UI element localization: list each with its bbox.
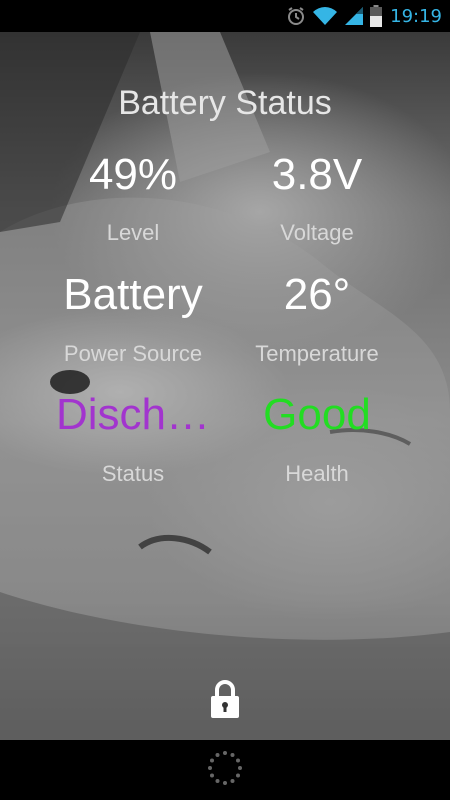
- status-value: Disch…: [55, 390, 211, 439]
- status-label: Status: [101, 461, 165, 486]
- voltage-label: Voltage: [280, 220, 354, 245]
- app-title: Battery Status: [118, 84, 332, 122]
- level-label: Level: [106, 220, 160, 245]
- health-label: Health: [285, 461, 349, 486]
- dotted-circle-icon[interactable]: [207, 750, 243, 791]
- status-bar: 19:19: [0, 0, 450, 32]
- temperature-value: 26°: [283, 270, 351, 319]
- signal-icon: [344, 6, 364, 26]
- voltage-value: 3.8V: [271, 150, 363, 199]
- power-source-label: Power Source: [63, 341, 203, 366]
- navigation-bar: [0, 740, 450, 800]
- health-value: Good: [263, 390, 371, 439]
- cat-photo: [0, 32, 450, 740]
- power-source-value: Battery: [63, 270, 203, 319]
- battery-icon: [370, 5, 383, 27]
- temperature-label: Temperature: [255, 341, 379, 366]
- padlock-icon[interactable]: [209, 680, 241, 718]
- status-bar-clock: 19:19: [390, 5, 442, 27]
- wifi-icon: [312, 6, 338, 26]
- level-value: 49%: [88, 150, 178, 199]
- alarm-icon: [286, 6, 306, 26]
- wallpaper: [0, 32, 450, 740]
